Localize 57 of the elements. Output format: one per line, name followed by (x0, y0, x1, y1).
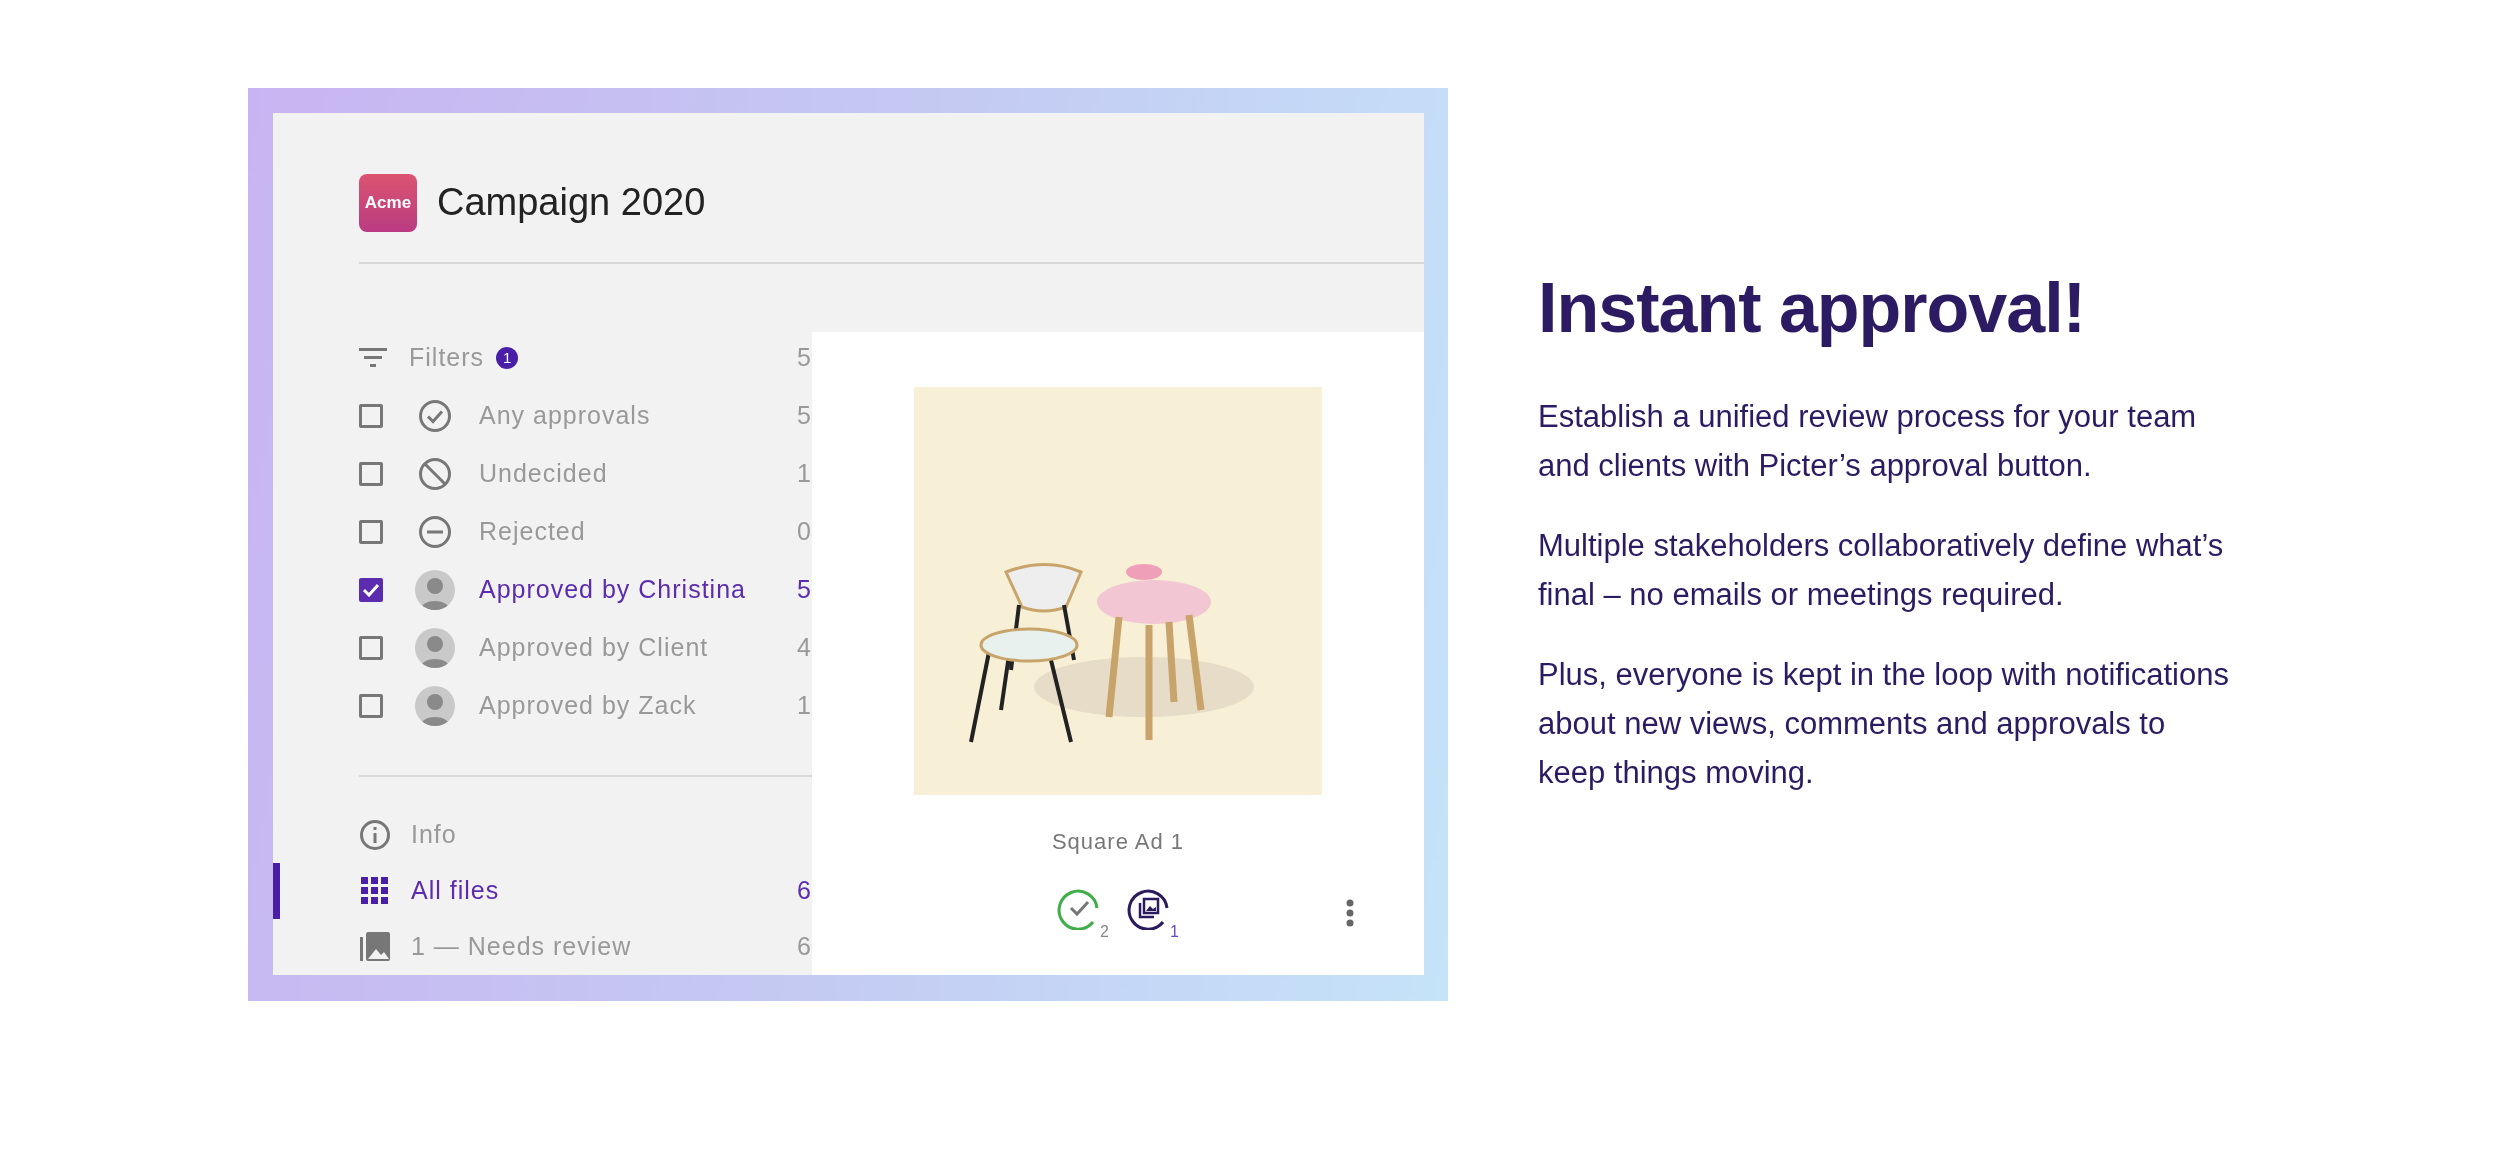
checkbox[interactable] (359, 578, 383, 602)
filter-option[interactable]: Undecided 1 (359, 445, 812, 503)
nav-label: Info (411, 819, 457, 851)
filter-icon (359, 347, 387, 369)
filter-count: 5 (797, 342, 812, 374)
more-options-icon[interactable] (1346, 899, 1354, 927)
filter-count: 4 (797, 632, 812, 664)
logo: Acme (359, 173, 417, 232)
paragraph: Multiple stakeholders collaboratively define what’s final – no emails or meetings required. (1538, 527, 2225, 614)
grid-icon (359, 875, 391, 907)
image-icon (359, 931, 391, 963)
checkbox[interactable] (359, 462, 383, 486)
nav-count: 6 (797, 931, 812, 963)
checkbox[interactable] (359, 636, 383, 660)
project-title: Campaign 2020 (437, 180, 706, 225)
file-name: Square Ad 1 (1051, 828, 1185, 856)
filter-label: Approved by Christina (479, 574, 746, 606)
filter-option[interactable]: Approved by Zack 1 (359, 677, 812, 735)
filter-label: Undecided (479, 458, 608, 490)
filter-count: 1 (797, 690, 812, 722)
version-count: 1 (1170, 924, 1179, 940)
filters-label[interactable]: Filters (409, 339, 485, 377)
paragraph: Plus, everyone is kept in the loop with notifications about new views, comments and approvals to keep things moving. (1538, 656, 2230, 792)
info-icon (359, 819, 391, 851)
approval-count: 2 (1100, 924, 1109, 940)
nav-item[interactable]: Info (273, 807, 812, 863)
filter-option[interactable]: Approved by Client 4 (359, 619, 812, 677)
nav-label: 1 — Needs review (411, 931, 632, 963)
filter-count: 5 (797, 574, 812, 606)
checkbox[interactable] (359, 520, 383, 544)
minus-circle-icon (418, 515, 452, 549)
avatar (415, 570, 455, 610)
filter-count: 0 (797, 516, 812, 548)
blocked-icon (418, 457, 452, 491)
filter-count: 5 (797, 400, 812, 432)
check-circle-icon (418, 399, 452, 433)
versions-button[interactable]: 1 (1127, 886, 1179, 940)
avatar (415, 686, 455, 726)
checkbox[interactable] (359, 694, 383, 718)
filter-label: Rejected (479, 516, 586, 548)
nav-count: 6 (797, 875, 812, 907)
filter-count: 1 (797, 458, 812, 490)
filter-option[interactable]: Approved by Christina 5 (359, 561, 812, 619)
avatar (415, 628, 455, 668)
checkbox[interactable] (359, 404, 383, 428)
paragraph: Establish a unified review process for your team and clients with Picter’s approval button. (1538, 398, 2198, 485)
checkmark-icon (362, 583, 380, 597)
nav-item[interactable]: 1 — Needs review 6 (273, 919, 812, 975)
filter-option[interactable]: Rejected 0 (359, 503, 812, 561)
filter-option[interactable]: Any approvals 5 (359, 387, 812, 445)
filter-label: Approved by Client (479, 632, 709, 664)
filter-count-badge: 1 (496, 347, 519, 369)
filter-label: Any approvals (479, 400, 651, 432)
approval-status-button[interactable]: 2 (1057, 886, 1109, 940)
heading: Instant approval! (1538, 268, 2086, 349)
filter-label: Approved by Zack (479, 690, 697, 722)
nav-label: All files (411, 875, 500, 907)
